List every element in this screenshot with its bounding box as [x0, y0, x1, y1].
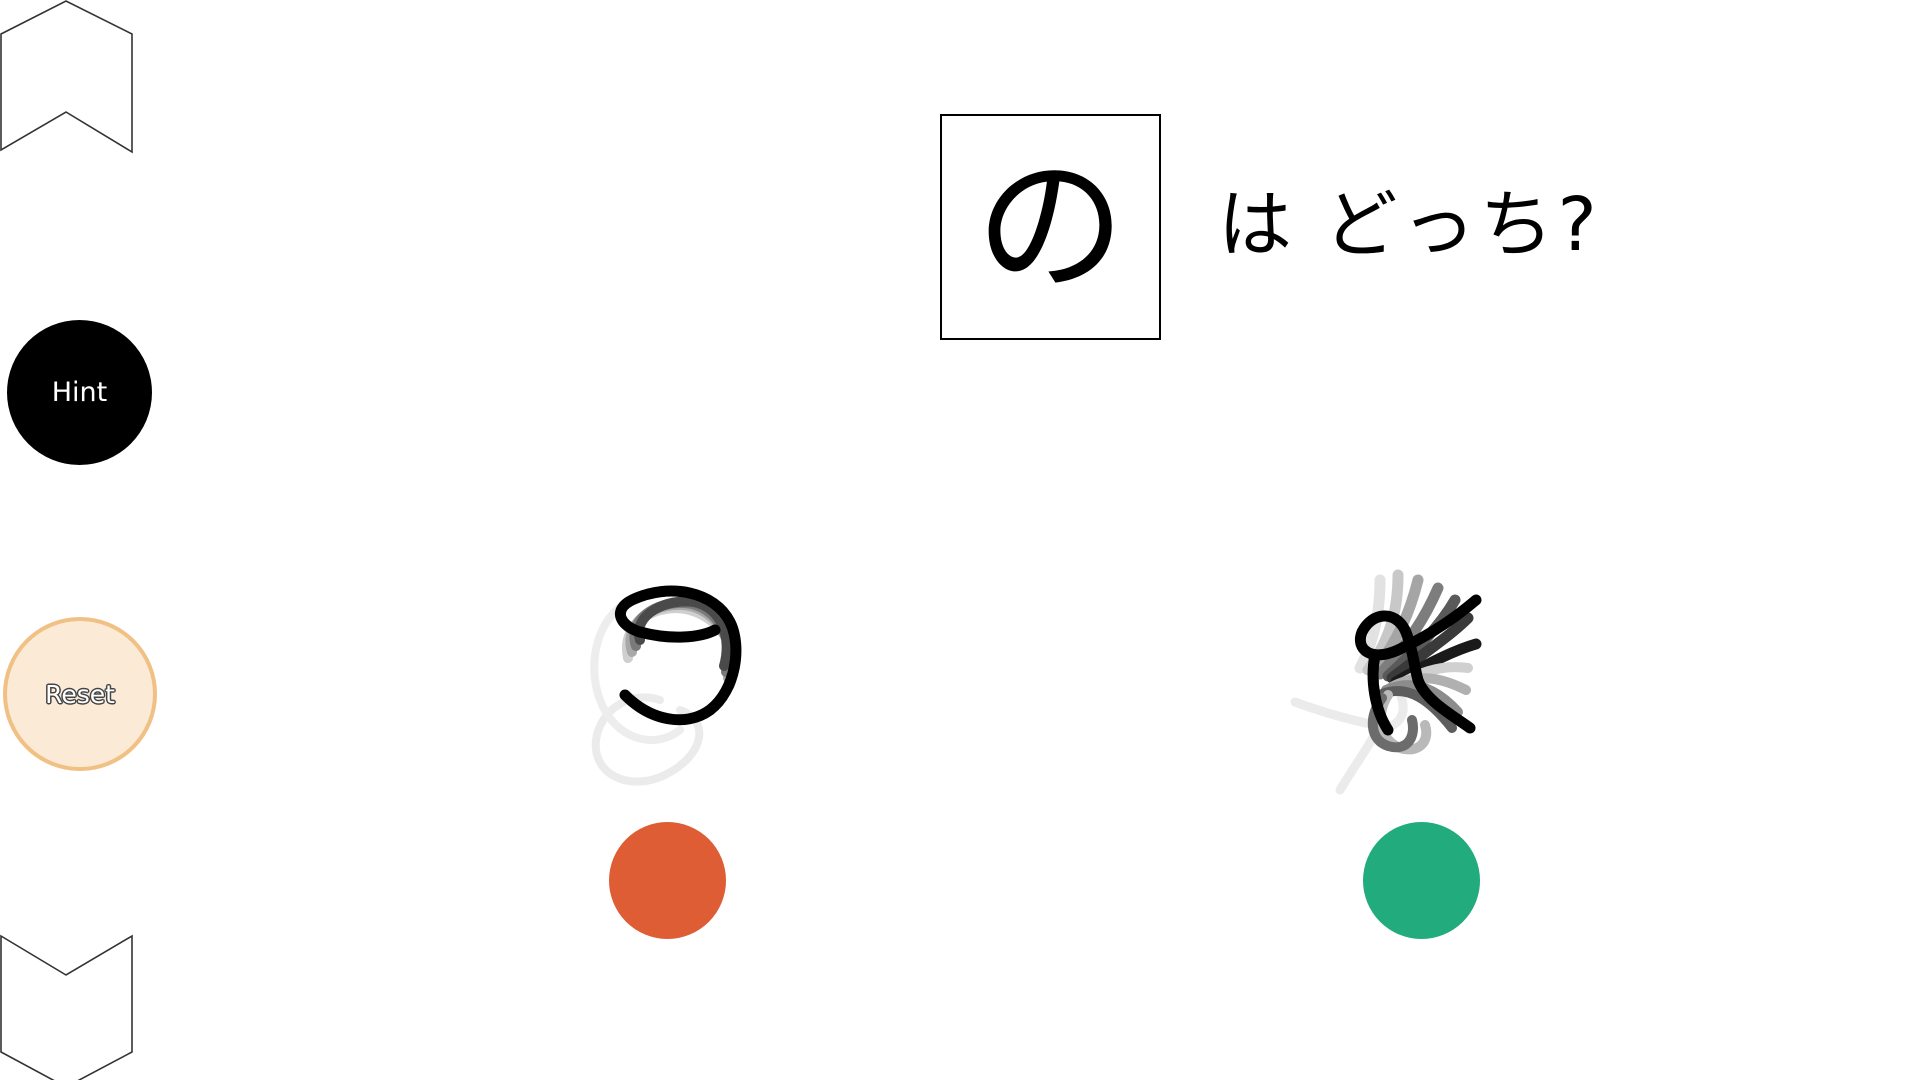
reset-button-label: Reset [45, 679, 115, 709]
choice-left-stroke-animation[interactable] [540, 540, 770, 790]
chevron-up-icon[interactable] [0, 0, 140, 155]
prompt-character-box: の [940, 114, 1161, 340]
question-text: は どっち? [1218, 182, 1601, 268]
hint-button[interactable]: Hint [7, 320, 152, 465]
choice-right-stroke-animation[interactable] [1280, 540, 1510, 800]
choice-left-button[interactable] [609, 822, 726, 939]
chevron-down-icon[interactable] [0, 930, 140, 1080]
prompt-character: の [975, 140, 1126, 314]
reset-button[interactable]: Reset [3, 617, 157, 771]
choice-right-button[interactable] [1363, 822, 1480, 939]
app-stage: Hint Reset の は どっち? [0, 0, 1920, 1080]
hint-button-label: Hint [51, 377, 108, 408]
